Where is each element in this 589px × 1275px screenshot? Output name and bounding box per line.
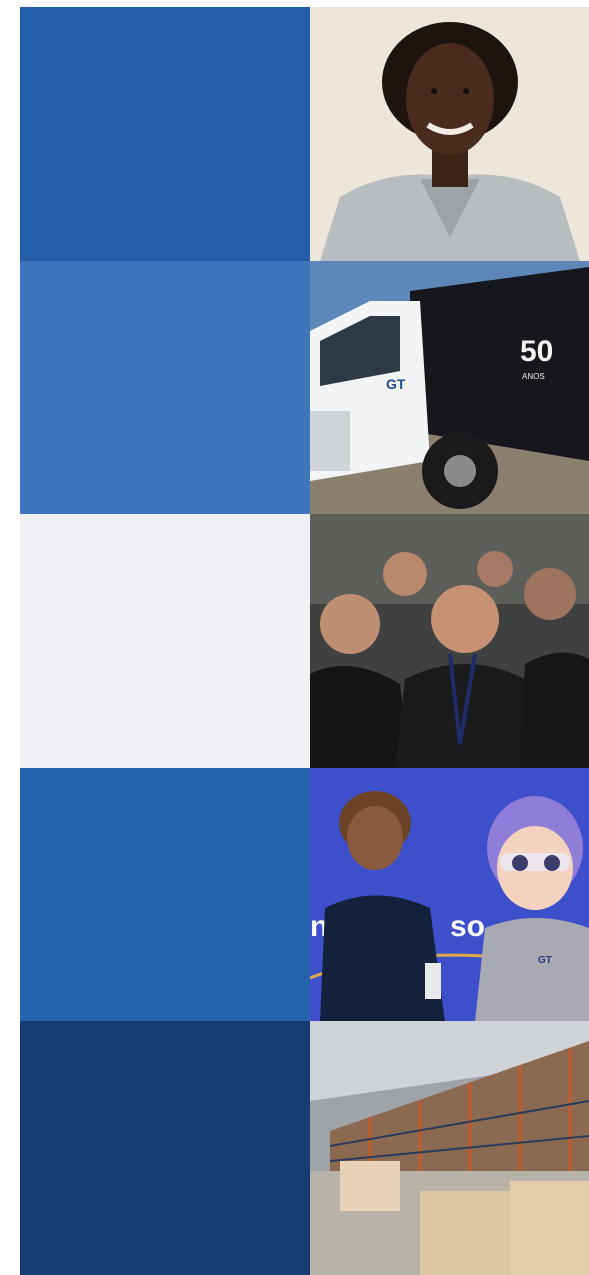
color-panel-1: [20, 7, 310, 261]
color-panel-3: [20, 514, 310, 768]
color-panel-5: [20, 1021, 310, 1275]
grid-row-3: [20, 514, 589, 768]
warehouse-photo: [310, 1021, 589, 1275]
page: GT 50 ANOS n so GT: [0, 0, 589, 1275]
trailer-badge-sub-text: ANOS: [522, 372, 545, 381]
grid-row-5: [20, 1021, 589, 1275]
team-event-photo: [310, 514, 589, 768]
truck-logo-text: GT: [386, 376, 406, 392]
banner-text: so: [450, 910, 485, 943]
color-panel-2: [20, 260, 310, 515]
portrait-woman-photo: [310, 7, 589, 261]
employee-mascot-photo: n so GT: [310, 767, 589, 1022]
grid-row-4: n so GT: [20, 767, 589, 1022]
delivery-truck-photo: GT 50 ANOS: [310, 260, 589, 515]
image-grid: GT 50 ANOS n so GT: [20, 7, 589, 1275]
trailer-badge-text: 50: [520, 335, 553, 368]
grid-row-2: GT 50 ANOS: [20, 260, 589, 515]
grid-row-1: [20, 7, 589, 261]
mascot-logo-text: GT: [538, 955, 552, 966]
color-panel-4: [20, 767, 310, 1022]
